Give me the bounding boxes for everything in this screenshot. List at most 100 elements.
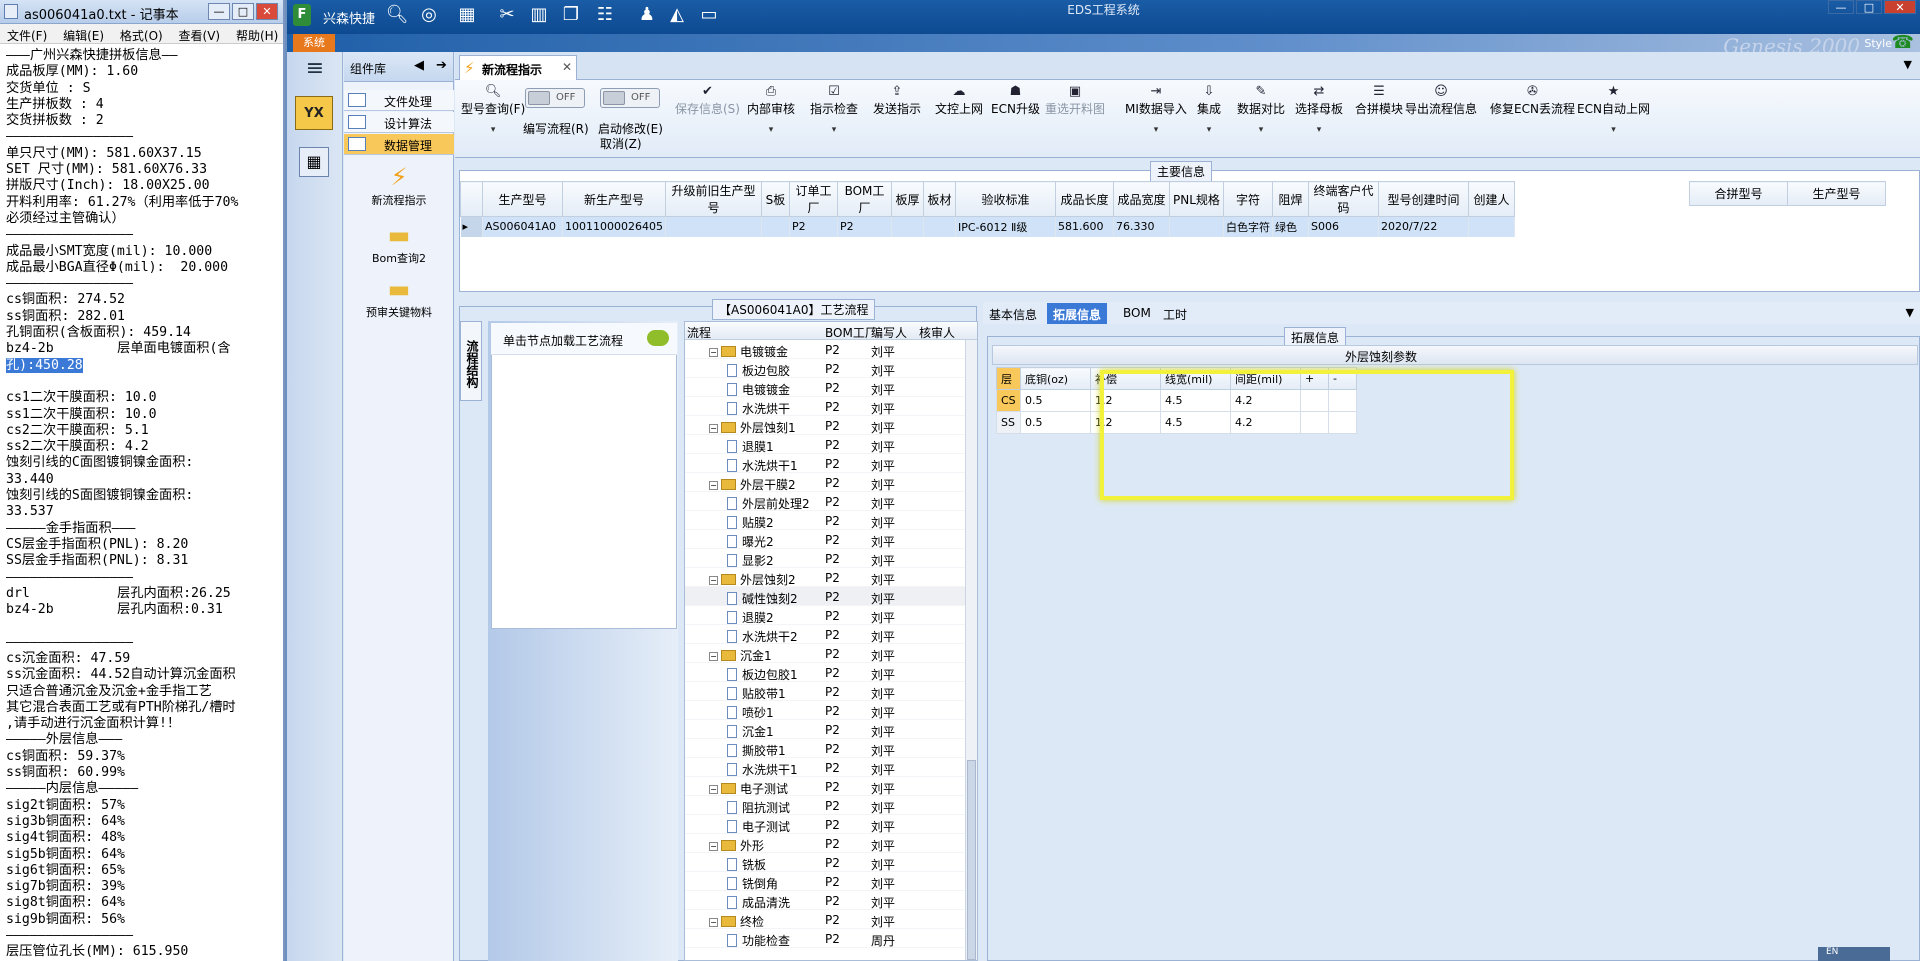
col-flow[interactable]: 流程 bbox=[687, 324, 711, 341]
table-row[interactable]: SS 0.5 1.2 4.5 4.2 bbox=[996, 411, 1357, 434]
expand-icon[interactable]: − bbox=[709, 481, 718, 490]
tree-row[interactable]: 板边包胶P2刘平已编写 bbox=[685, 359, 977, 378]
ext-col-header[interactable]: - bbox=[1328, 367, 1357, 390]
node-load-header[interactable]: 单击节点加载工艺流程 bbox=[491, 323, 677, 355]
col-header[interactable]: PNL规格 bbox=[1168, 181, 1224, 217]
tree-row[interactable]: −电子测试P2刘平已编写 bbox=[685, 777, 977, 796]
reselect-button[interactable]: ▣ 重选开料图 bbox=[1045, 84, 1105, 117]
data-compare-button[interactable]: ✎ 数据对比 ▾ bbox=[1237, 84, 1285, 135]
col-header[interactable]: 新生产型号 bbox=[562, 181, 666, 217]
table-cell[interactable]: 1.2 bbox=[1090, 389, 1161, 412]
comp-item-algorithm[interactable]: 设计算法 bbox=[344, 112, 454, 133]
big-item-bom[interactable]: ▬ Bom查询2 bbox=[344, 220, 454, 266]
start-modify-toggle[interactable]: OFF bbox=[600, 88, 660, 108]
table-cell[interactable]: 4.5 bbox=[1160, 389, 1231, 412]
expand-icon[interactable]: − bbox=[709, 785, 718, 794]
col-header[interactable]: BOM工厂 bbox=[836, 181, 892, 217]
col-header[interactable]: 生产型号 bbox=[482, 181, 563, 217]
app-close-button[interactable]: ✕ bbox=[1884, 0, 1916, 14]
ext-col-header[interactable]: 线宽(mil) bbox=[1160, 367, 1231, 390]
tab-bom[interactable]: BOM bbox=[1117, 303, 1157, 324]
chat-bubble-icon[interactable] bbox=[647, 330, 669, 346]
select-master-button[interactable]: ⇄ 选择母板 ▾ bbox=[1295, 84, 1343, 135]
grid-icon[interactable]: ▦ bbox=[455, 3, 479, 27]
table-row[interactable]: ▸ AS006041A0 10011000026405 P2 P2 IPC-6012 Ⅱ级… bbox=[460, 216, 1515, 237]
col-header[interactable]: 型号创建时间 bbox=[1377, 181, 1469, 217]
col-merge-model[interactable]: 合拼型号 bbox=[1689, 181, 1788, 206]
app-maximize-button[interactable]: □ bbox=[1856, 0, 1882, 14]
tree-row[interactable]: 成品清洗P2刘平已编写 bbox=[685, 891, 977, 910]
col-header[interactable]: 订单工厂 bbox=[788, 181, 838, 217]
globe-icon[interactable]: ◎ bbox=[417, 3, 441, 27]
col-author[interactable]: 编写人 bbox=[871, 324, 907, 341]
cancel-button[interactable]: 取消(Z) bbox=[600, 135, 642, 152]
tree-row[interactable]: 水洗烘干P2刘平已编写 bbox=[685, 397, 977, 416]
minimize-button[interactable]: — bbox=[208, 3, 230, 20]
table-icon[interactable]: ☷ bbox=[593, 3, 617, 27]
tree-row[interactable]: 外层前处理2P2刘平已编写 bbox=[685, 492, 977, 511]
hamburger-icon[interactable]: ≡ bbox=[295, 56, 335, 82]
merge-module-button[interactable]: ☰ 合拼模块 bbox=[1355, 84, 1403, 117]
calculator-icon[interactable]: ▦ bbox=[299, 147, 329, 177]
expand-icon[interactable]: − bbox=[709, 842, 718, 851]
table-cell[interactable]: S006 bbox=[1308, 216, 1379, 237]
tree-row[interactable]: 水洗烘干2P2刘平已编写 bbox=[685, 625, 977, 644]
tree-row[interactable]: −外层干膜2P2刘平已编写 bbox=[685, 473, 977, 492]
tree-row[interactable]: −终检P2刘平已编写 bbox=[685, 910, 977, 929]
tree-row[interactable]: 撕胶带1P2刘平已编写 bbox=[685, 739, 977, 758]
expand-icon[interactable]: − bbox=[709, 424, 718, 433]
table-cell[interactable] bbox=[1328, 389, 1357, 412]
table-cell[interactable]: 76.330 bbox=[1113, 216, 1170, 237]
ext-col-header[interactable]: 层 bbox=[996, 367, 1021, 390]
table-cell[interactable] bbox=[1468, 216, 1515, 237]
col-header[interactable]: 字符 bbox=[1222, 181, 1273, 217]
tree-row[interactable]: −外层蚀刻2P2刘平已编写 bbox=[685, 568, 977, 587]
tree-row[interactable]: 退膜1P2刘平已编写 bbox=[685, 435, 977, 454]
tree-row[interactable]: 碱性蚀刻2P2刘平已编写 bbox=[685, 587, 977, 606]
table-cell[interactable]: 4.5 bbox=[1160, 411, 1231, 434]
menu-view[interactable]: 查看(V) bbox=[172, 24, 226, 44]
ext-col-header[interactable]: + bbox=[1300, 367, 1329, 390]
phone-icon[interactable]: ☎ bbox=[1892, 32, 1914, 53]
ecn-auto-button[interactable]: ★ ECN自动上网 ▾ bbox=[1577, 84, 1650, 135]
tree-row[interactable]: 电镀镀金P2刘平已编写 bbox=[685, 378, 977, 397]
expand-icon[interactable]: − bbox=[709, 652, 718, 661]
col-header[interactable]: 成品宽度 bbox=[1112, 181, 1170, 217]
table-cell[interactable] bbox=[1328, 411, 1357, 434]
tab-work-hours[interactable]: 工时 bbox=[1157, 303, 1193, 324]
big-item-new-flow[interactable]: ⚡ 新流程指示 bbox=[344, 162, 454, 208]
notepad-titlebar[interactable]: as006041a0.txt - 记事本 — □ ✕ bbox=[0, 0, 283, 24]
internal-review-button[interactable]: ⎙ 内部审核 ▾ bbox=[747, 84, 795, 135]
big-item-material[interactable]: ▬ 预审关键物料 bbox=[344, 274, 454, 320]
col-header[interactable]: 验收标准 bbox=[954, 181, 1056, 217]
chevron-down-icon[interactable]: ▼ bbox=[1904, 58, 1912, 71]
table-cell[interactable] bbox=[1169, 216, 1224, 237]
chart-icon[interactable]: ◭ bbox=[665, 3, 689, 27]
table-cell[interactable] bbox=[1300, 411, 1329, 434]
pin-icon[interactable]: ➔ bbox=[436, 58, 447, 73]
system-tab[interactable]: 系统 bbox=[293, 34, 335, 52]
tree-row[interactable]: 沉金1P2刘平已编写 bbox=[685, 720, 977, 739]
ecn-upgrade-button[interactable]: ☗ ECN升级 bbox=[991, 84, 1040, 117]
copy-icon[interactable]: ❐ bbox=[559, 3, 583, 27]
table-cell[interactable]: 0.5 bbox=[1020, 411, 1091, 434]
menu-help[interactable]: 帮助(H) bbox=[229, 24, 283, 44]
tab-close-icon[interactable]: ✕ bbox=[562, 60, 572, 74]
col-header[interactable]: 终端客户代码 bbox=[1307, 181, 1379, 217]
table-cell[interactable] bbox=[891, 216, 924, 237]
tree-row[interactable]: 喷砂1P2刘平已编写 bbox=[685, 701, 977, 720]
tree-row[interactable]: −外形P2刘平已编写 bbox=[685, 834, 977, 853]
expand-icon[interactable]: − bbox=[709, 348, 718, 357]
chevron-down-icon[interactable]: ▼ bbox=[1906, 306, 1914, 319]
tab-extended-info[interactable]: 拓展信息 bbox=[1047, 303, 1108, 324]
film-icon[interactable]: ▥ bbox=[527, 3, 551, 27]
monitor-icon[interactable]: ▭ bbox=[697, 3, 721, 27]
menu-edit[interactable]: 编辑(E) bbox=[56, 24, 109, 44]
col-header[interactable]: 升级前旧生产型号 bbox=[664, 181, 762, 217]
col-header[interactable]: S板 bbox=[760, 181, 790, 217]
fix-ecn-button[interactable]: ✇ 修复ECN丢流程 bbox=[1490, 84, 1575, 117]
table-cell[interactable] bbox=[761, 216, 790, 237]
col-header[interactable]: 阻焊 bbox=[1271, 181, 1309, 217]
upload-file-button[interactable]: ☁ 文控上网 bbox=[935, 84, 983, 117]
export-flow-button[interactable]: ☺ 导出流程信息 bbox=[1405, 84, 1477, 117]
